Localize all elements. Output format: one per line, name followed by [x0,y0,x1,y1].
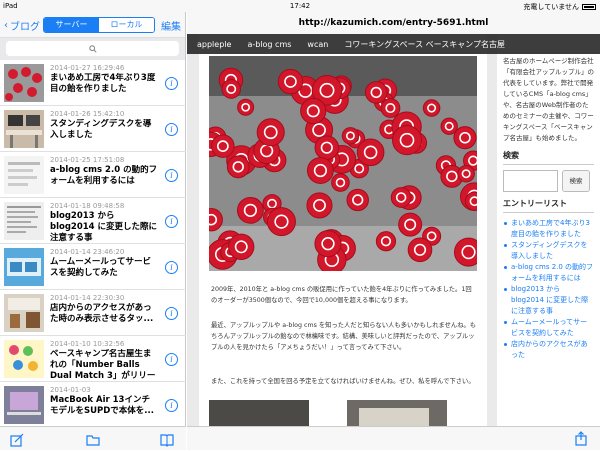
post-title: 店内からのアクセスがあった時のみ表示させるタッ... [50,303,154,324]
form-thumbnail [4,156,44,194]
post-title: MacBook Air 13インチモデルをSUPDで本体を... [50,395,154,416]
status-bar: iPad 17:42 充電していません [0,0,600,12]
search-input[interactable] [6,41,179,56]
office-thumbnail [4,294,44,332]
post-title: ムームーメールってサービスを契約してみた [50,257,151,278]
entry-link[interactable]: blog2013 から blog2014 に変更した際に注意する事 [503,284,594,317]
web-content: 2009年、2010年と a-blog cms の販促用に作っていた飴を4年ぶり… [187,34,600,426]
entry-list: まいあめ工房で4年ぶり3度目の飴を作りました スタンディングデスクを導入しました… [503,218,594,361]
info-icon[interactable]: i [165,399,178,412]
info-icon[interactable]: i [165,353,178,366]
search-bar [0,38,185,60]
source-segmented-control: サーバー ローカル [43,17,155,33]
entry-link[interactable]: まいあめ工房で4年ぶり3度目の飴を作りました [503,218,594,240]
charging-label: 充電していません [523,3,579,11]
game-thumbnail [4,340,44,378]
battery-icon [582,4,596,10]
article-paragraph: 最近、アップルップルや a-blog cms を知った人だと知らない人も多いかも… [211,322,477,351]
article-paragraph: 2009年、2010年と a-blog cms の販促用に作っていた飴を4年ぶり… [211,286,472,304]
article: 2009年、2010年と a-blog cms の販促用に作っていた飴を4年ぶり… [199,34,487,426]
back-button[interactable]: ‹ ブログ [4,18,40,33]
left-toolbar [0,426,186,450]
list-item[interactable]: 2014-01-25 17:51:08 a-blog cms 2.0 の動的フォ… [0,152,186,198]
post-date: 2014-01-03 [50,386,91,394]
entry-link[interactable]: ムームーメールってサービスを契約してみた [503,317,594,339]
article-photos [209,400,447,426]
candy-thumbnail [4,64,44,102]
post-title: ベースキャンプ名古屋生まれの「Number Balls Dual Match 3… [50,349,156,381]
mail-thumbnail [4,248,44,286]
article-paragraph: また、これを持って全国を回る予定を立てなければいけませんね。ぜひ、私を呼んで下さ… [211,378,475,385]
post-title: blog2013 から blog2014 に変更した際に注意する事 [50,211,158,243]
search-icon [88,44,97,53]
post-date: 2014-01-14 22:30:30 [50,294,125,302]
list-item[interactable]: 2014-01-14 22:30:30 店内からのアクセスがあった時のみ表示させ… [0,290,186,336]
chevron-left-icon: ‹ [4,20,8,31]
list-item[interactable]: 2014-01-18 09:48:58 blog2013 から blog2014… [0,198,186,244]
url-bar[interactable]: http://kazumich.com/entry-5691.html [187,12,600,34]
post-date: 2014-01-27 16:29:46 [50,64,125,72]
book-icon[interactable] [160,432,174,451]
back-button-label: ブログ [10,22,40,33]
info-icon[interactable]: i [165,307,178,320]
info-icon[interactable]: i [165,123,178,136]
battery-status: 充電していません [523,2,596,12]
entry-link[interactable]: スタンディングデスクを導入しました [503,240,594,262]
blog-search-button[interactable]: 検索 [562,170,590,192]
segment-local[interactable]: ローカル [99,18,154,32]
post-list: 2014-01-27 16:29:46 まいあめ工房で4年ぶり3度目の飴を作りま… [0,60,186,426]
post-date: 2014-01-14 23:46:20 [50,248,125,256]
clock: 17:42 [289,2,311,10]
blog-sidebar: 名古屋のホームページ制作会社「有限会社アップルップル」の代表をしています。弊社で… [497,34,600,426]
right-toolbar [187,426,600,450]
segment-server[interactable]: サーバー [44,18,99,32]
info-icon[interactable]: i [165,169,178,182]
left-nav-bar: ‹ ブログ サーバー ローカル 編集 [0,12,185,38]
post-date: 2014-01-18 09:48:58 [50,202,125,210]
info-icon[interactable]: i [165,77,178,90]
search-heading: 検索 [503,150,594,165]
tag-bar: appleple a-blog cms wcan コワーキングスペース ベースキ… [187,34,600,54]
entry-link[interactable]: 店内からのアクセスがあった [503,339,594,361]
desk-thumbnail [4,110,44,148]
tag-ablogcms[interactable]: a-blog cms [247,40,291,49]
share-icon[interactable] [574,431,588,450]
post-date: 2014-01-25 17:51:08 [50,156,125,164]
post-title: a-blog cms 2.0 の動的フォームを利用するには [50,165,158,186]
edit-button[interactable]: 編集 [161,18,181,33]
author-intro: 名古屋のホームページ制作会社「有限会社アップルップル」の代表をしています。弊社で… [503,57,594,142]
candy-photo [209,56,477,271]
macbook-thumbnail [4,386,44,424]
post-date: 2014-01-26 15:42:10 [50,110,125,118]
compose-icon[interactable] [10,432,24,451]
list-item[interactable]: 2014-01-03 MacBook Air 13インチモデルをSUPDで本体を… [0,382,186,426]
info-icon[interactable]: i [165,215,178,228]
folder-icon[interactable] [86,432,100,451]
post-date: 2014-01-10 10:32:56 [50,340,125,348]
info-icon[interactable]: i [165,261,178,274]
tag-wcan[interactable]: wcan [307,40,328,49]
list-item[interactable]: 2014-01-14 23:46:20 ムームーメールってサービスを契約してみた… [0,244,186,290]
post-title: まいあめ工房で4年ぶり3度目の飴を作りました [50,73,156,94]
list-item[interactable]: 2014-01-27 16:29:46 まいあめ工房で4年ぶり3度目の飴を作りま… [0,60,186,106]
list-item[interactable]: 2014-01-10 10:32:56 ベースキャンプ名古屋生まれの「Numbe… [0,336,186,382]
list-item[interactable]: 2014-01-26 15:42:10 スタンディングデスクを導入しました i [0,106,186,152]
tag-basecamp[interactable]: コワーキングスペース ベースキャンプ名古屋 [344,39,505,50]
entries-heading: エントリーリスト [503,198,594,213]
blog-search-input[interactable] [503,170,558,192]
preview-pane: http://kazumich.com/entry-5691.html 2009… [187,12,600,450]
tag-appleple[interactable]: appleple [197,40,231,49]
blog-search: 検索 [503,170,594,192]
entry-link[interactable]: a-blog cms 2.0 の動的フォームを利用するには [503,262,594,284]
post-list-pane: ‹ ブログ サーバー ローカル 編集 2014-01-27 16:29:46 ま… [0,12,186,450]
post-title: スタンディングデスクを導入しました [50,119,152,140]
code-thumbnail [4,202,44,240]
